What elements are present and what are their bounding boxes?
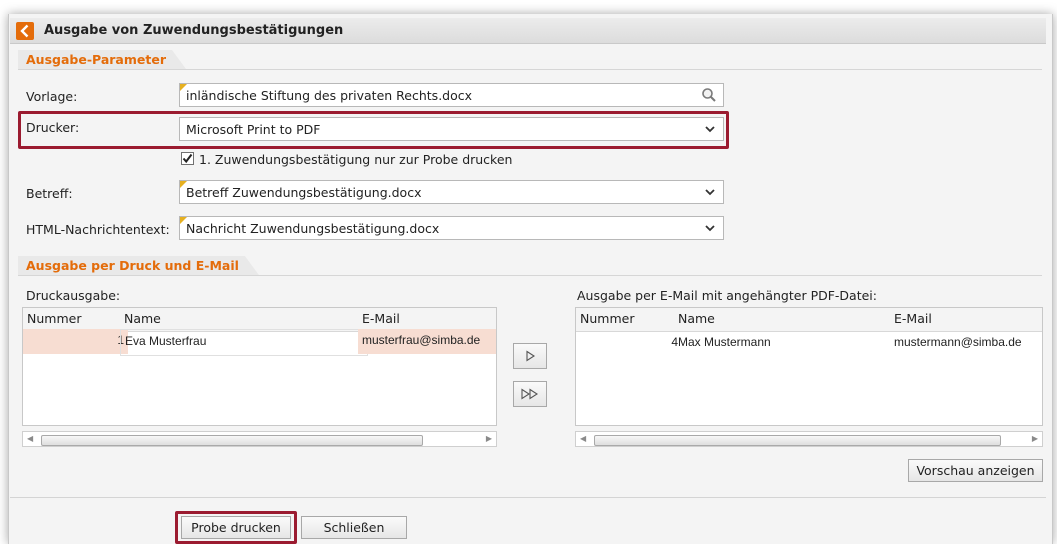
vorlage-label: Vorlage: <box>26 89 78 104</box>
scroll-right-icon[interactable]: ▶ <box>486 434 492 443</box>
drucker-select[interactable]: Microsoft Print to PDF <box>179 117 724 141</box>
section-divider <box>18 69 1042 70</box>
move-all-button[interactable] <box>513 381 547 407</box>
html-text-value: Nachricht Zuwendungsbestätigung.docx <box>186 221 440 236</box>
html-text-select[interactable]: Nachricht Zuwendungsbestätigung.docx <box>179 216 724 240</box>
chevron-down-icon <box>705 225 715 232</box>
move-one-button[interactable] <box>513 343 547 369</box>
section-title-output: Ausgabe per Druck und E-Mail <box>18 256 259 275</box>
email-label: Ausgabe per E-Mail mit angehängter PDF-D… <box>577 288 877 303</box>
back-button[interactable] <box>16 22 34 40</box>
scroll-thumb[interactable] <box>41 435 423 446</box>
vorlage-field[interactable]: inländische Stiftung des privaten Rechts… <box>179 83 724 107</box>
column-header[interactable]: E-Mail <box>890 308 1042 332</box>
section-title-params: Ausgabe-Parameter <box>18 50 186 69</box>
column-header[interactable]: Name <box>674 308 895 332</box>
required-marker <box>180 217 187 224</box>
table-cell-name[interactable]: Eva Musterfrau <box>120 329 368 356</box>
table-cell-nummer[interactable]: 1 <box>23 329 128 354</box>
betreff-label: Betreff: <box>26 186 73 201</box>
table-cell-email[interactable]: musterfrau@simba.de <box>358 329 496 354</box>
betreff-value: Betreff Zuwendungsbestätigung.docx <box>186 185 422 200</box>
scroll-thumb[interactable] <box>594 435 1001 446</box>
chevron-down-icon <box>705 189 715 196</box>
scroll-left-icon[interactable]: ◀ <box>27 434 33 443</box>
drucker-value: Microsoft Print to PDF <box>186 122 321 137</box>
probe-drucken-button[interactable]: Probe drucken <box>181 516 291 539</box>
table-cell-name[interactable]: Max Mustermann <box>674 331 898 356</box>
section-divider <box>18 275 1042 276</box>
betreff-select[interactable]: Betreff Zuwendungsbestätigung.docx <box>179 180 724 204</box>
html-text-label: HTML-Nachrichtentext: <box>26 222 170 237</box>
preview-button[interactable]: Vorschau anzeigen <box>908 459 1043 482</box>
vorlage-value: inländische Stiftung des privaten Rechts… <box>186 88 473 103</box>
druck-label: Druckausgabe: <box>26 288 121 303</box>
scroll-right-icon[interactable]: ▶ <box>1032 434 1038 443</box>
required-marker <box>180 84 187 91</box>
email-table[interactable]: Nummer Name E-Mail 4 Max Mustermann must… <box>575 307 1043 426</box>
chevron-down-icon <box>705 126 715 133</box>
close-button[interactable]: Schließen <box>301 516 407 539</box>
column-header[interactable]: Nummer <box>576 308 679 332</box>
double-triangle-right-icon <box>521 388 539 400</box>
table-cell-email[interactable]: mustermann@simba.de <box>890 331 1042 356</box>
triangle-right-icon <box>526 350 536 362</box>
scroll-left-icon[interactable]: ◀ <box>580 434 586 443</box>
table-cell-nummer[interactable]: 4 <box>576 331 682 356</box>
probe-checkbox-label: 1. Zuwendungsbestätigung nur zur Probe d… <box>199 152 513 167</box>
email-scrollbar[interactable]: ◀ ▶ <box>575 431 1043 447</box>
window-title: Ausgabe von Zuwendungsbestätigungen <box>44 23 344 38</box>
search-icon[interactable] <box>701 87 717 103</box>
required-marker <box>180 181 187 188</box>
druck-table[interactable]: Nummer Name E-Mail 1 Eva Musterfrau must… <box>22 307 497 426</box>
footer-divider <box>10 497 1046 498</box>
chevron-left-icon <box>20 24 29 38</box>
checkmark-icon <box>182 153 193 164</box>
drucker-label: Drucker: <box>26 120 80 135</box>
probe-checkbox[interactable] <box>181 152 194 165</box>
druck-scrollbar[interactable]: ◀ ▶ <box>22 431 497 447</box>
